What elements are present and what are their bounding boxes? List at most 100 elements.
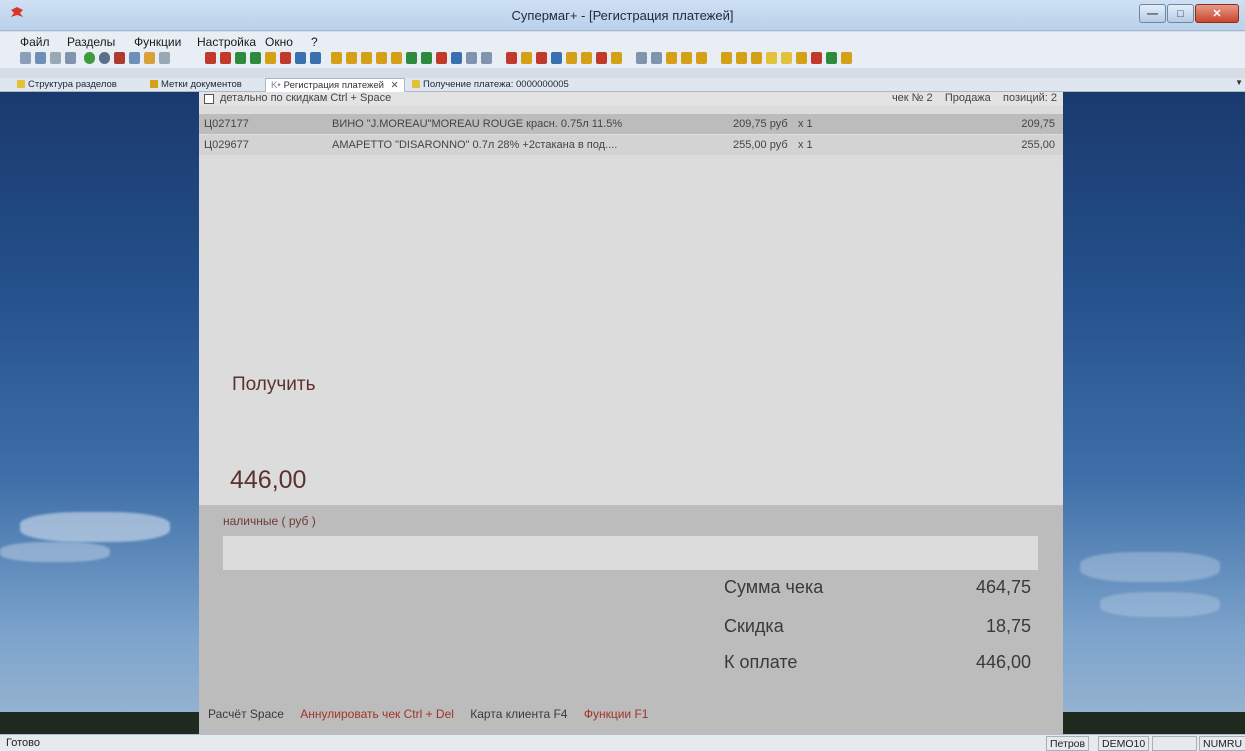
- cancel-receipt-hotkey[interactable]: Аннулировать чек Ctrl + Del: [300, 707, 454, 721]
- status-user: Петров: [1046, 736, 1090, 751]
- tree-icon[interactable]: [159, 52, 170, 64]
- tab-receive-payment[interactable]: Получение платежа: 0000000005: [407, 78, 574, 92]
- sale-mode: Продажа: [944, 92, 991, 104]
- discount-detail-checkbox[interactable]: [204, 94, 214, 104]
- tab-scroll-down-icon[interactable]: ▼: [1235, 78, 1243, 87]
- green-bar-icon[interactable]: [421, 52, 432, 64]
- tab-payment-registration[interactable]: K• Регистрация платежей ✕: [265, 78, 405, 92]
- grid-icon[interactable]: [35, 52, 46, 64]
- folder16-icon[interactable]: [841, 52, 852, 64]
- status-text: Готово: [6, 737, 40, 749]
- item-total: 209,75: [1021, 118, 1055, 130]
- folder6-icon[interactable]: [566, 52, 577, 64]
- tab-bar: Структура разделов Метки документов K• Ре…: [0, 78, 1245, 92]
- payment-icon: [412, 80, 420, 88]
- close-tab-icon[interactable]: ✕: [391, 80, 399, 91]
- folder12-icon[interactable]: [721, 52, 732, 64]
- menu-bar: Файл Разделы Функции Настройка Окно ?: [0, 32, 1245, 50]
- folder5-icon[interactable]: [391, 52, 402, 64]
- tab-doc-marks[interactable]: Метки документов: [145, 78, 247, 92]
- building-icon[interactable]: [114, 52, 125, 64]
- structure-icon: [17, 80, 25, 88]
- cross-icon[interactable]: [506, 52, 517, 64]
- status-db: DEMO10: [1098, 736, 1150, 751]
- person-icon[interactable]: [826, 52, 837, 64]
- table-row[interactable]: Ц029677 АМАРЕТТО "DISARONNO" 0.7л 28% +2…: [199, 135, 1063, 155]
- doc-green-icon[interactable]: [235, 52, 246, 64]
- receipt-number: чек № 2: [891, 92, 933, 104]
- star2-icon[interactable]: [781, 52, 792, 64]
- doc-red2-icon[interactable]: [220, 52, 231, 64]
- flag2-icon[interactable]: [310, 52, 321, 64]
- tools2-icon[interactable]: [651, 52, 662, 64]
- red-bar-icon[interactable]: [436, 52, 447, 64]
- cross4-icon[interactable]: [596, 52, 607, 64]
- to-pay-label: К оплате: [724, 652, 798, 672]
- menu-settings[interactable]: Настройка: [197, 35, 256, 49]
- item-qty: x 1: [798, 139, 813, 151]
- table-icon[interactable]: [65, 52, 76, 64]
- menu-window[interactable]: Окно: [265, 35, 293, 49]
- doc-yellow-icon[interactable]: [265, 52, 276, 64]
- cloud: [20, 512, 170, 542]
- folder9-icon[interactable]: [666, 52, 677, 64]
- new-doc-icon[interactable]: [20, 52, 31, 64]
- receive-amount: 446,00: [230, 466, 307, 494]
- payment-section: наличные ( руб ) Сумма чека 464,75 Скидк…: [199, 505, 1063, 734]
- folder-green-icon[interactable]: [406, 52, 417, 64]
- payment-panel: детально по скидкам Ctrl + Space чек № 2…: [199, 92, 1063, 734]
- folder14-icon[interactable]: [751, 52, 762, 64]
- flag-icon[interactable]: [295, 52, 306, 64]
- chart-icon[interactable]: [50, 52, 61, 64]
- minimize-button[interactable]: —: [1139, 4, 1166, 23]
- maximize-button[interactable]: □: [1167, 4, 1194, 23]
- discount-value: 18,75: [985, 616, 1031, 636]
- folder8-icon[interactable]: [611, 52, 622, 64]
- functions-hotkey[interactable]: Функции F1: [584, 707, 649, 721]
- doc-green2-icon[interactable]: [250, 52, 261, 64]
- blue-doc-icon[interactable]: [451, 52, 462, 64]
- cross2-icon[interactable]: [521, 52, 532, 64]
- folder11-icon[interactable]: [696, 52, 707, 64]
- folder13-icon[interactable]: [736, 52, 747, 64]
- to-pay-value: 446,00: [975, 652, 1031, 672]
- tools-icon[interactable]: [636, 52, 647, 64]
- tab-label: Структура разделов: [28, 79, 117, 90]
- menu-file[interactable]: Файл: [20, 35, 50, 49]
- warning-icon[interactable]: [280, 52, 291, 64]
- tab-sections-structure[interactable]: Структура разделов: [12, 78, 122, 92]
- item-name: АМАРЕТТО "DISARONNO" 0.7л 28% +2стакана …: [332, 139, 618, 151]
- folder7-icon[interactable]: [581, 52, 592, 64]
- menu-functions[interactable]: Функции: [134, 35, 181, 49]
- folder10-icon[interactable]: [681, 52, 692, 64]
- image2-icon[interactable]: [481, 52, 492, 64]
- close-button[interactable]: ✕: [1195, 4, 1239, 23]
- folder4-icon[interactable]: [376, 52, 387, 64]
- client-card-hotkey[interactable]: Карта клиента F4: [470, 707, 567, 721]
- status-keys: NUMRU: [1199, 736, 1245, 751]
- folder2-icon[interactable]: [346, 52, 357, 64]
- filter-icon[interactable]: [551, 52, 562, 64]
- green-dot-icon[interactable]: [84, 52, 95, 64]
- star-icon[interactable]: [766, 52, 777, 64]
- folder-red-icon[interactable]: [811, 52, 822, 64]
- calc-hotkey[interactable]: Расчёт Space: [208, 707, 284, 721]
- doc-red-icon[interactable]: [205, 52, 216, 64]
- item-qty: x 1: [798, 118, 813, 130]
- folder15-icon[interactable]: [796, 52, 807, 64]
- window-title: Супермаг+ - [Регистрация платежей]: [511, 8, 734, 23]
- receive-label: Получить: [232, 374, 316, 395]
- image-icon[interactable]: [466, 52, 477, 64]
- folder-icon[interactable]: [331, 52, 342, 64]
- payment-amount-input[interactable]: [223, 536, 1038, 570]
- list-icon[interactable]: [129, 52, 140, 64]
- report-icon[interactable]: [144, 52, 155, 64]
- menu-help[interactable]: ?: [311, 35, 318, 49]
- discount-detail-label[interactable]: детально по скидкам Ctrl + Space: [220, 92, 391, 104]
- globe-icon[interactable]: [99, 52, 110, 64]
- folder3-icon[interactable]: [361, 52, 372, 64]
- cross3-icon[interactable]: [536, 52, 547, 64]
- item-price: 255,00 руб: [733, 139, 788, 151]
- table-row[interactable]: Ц027177 ВИНО "J.MOREAU"MOREAU ROUGE крас…: [199, 114, 1063, 134]
- menu-sections[interactable]: Разделы: [67, 35, 115, 49]
